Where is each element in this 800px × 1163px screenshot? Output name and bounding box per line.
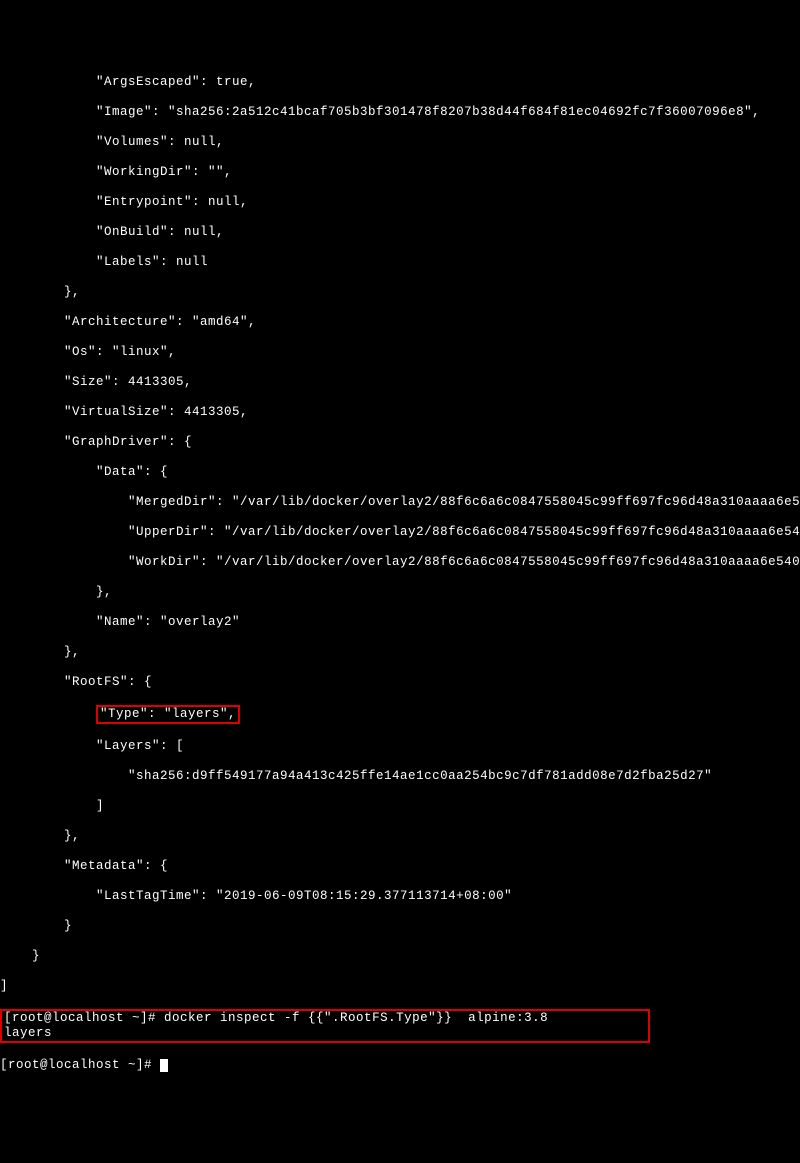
- json-line: "MergedDir": "/var/lib/docker/overlay2/8…: [0, 495, 800, 510]
- json-line: "GraphDriver": {: [0, 435, 800, 450]
- json-line: "Os": "linux",: [0, 345, 800, 360]
- command-output: layers: [4, 1026, 52, 1040]
- highlight-command: [root@localhost ~]# docker inspect -f {{…: [0, 1009, 650, 1043]
- prompt: [root@localhost ~]#: [0, 1058, 160, 1072]
- json-line: "Entrypoint": null,: [0, 195, 800, 210]
- json-line: "Image": "sha256:2a512c41bcaf705b3bf3014…: [0, 105, 800, 120]
- json-line: "OnBuild": null,: [0, 225, 800, 240]
- command-text: docker inspect -f {{".RootFS.Type"}} alp…: [164, 1011, 548, 1025]
- json-line: ]: [0, 799, 800, 814]
- json-line: "Size": 4413305,: [0, 375, 800, 390]
- prompt: [root@localhost ~]#: [4, 1011, 164, 1025]
- json-line: "Labels": null: [0, 255, 800, 270]
- json-line: "Layers": [: [0, 739, 800, 754]
- json-line: },: [0, 645, 800, 660]
- json-line: "WorkingDir": "",: [0, 165, 800, 180]
- json-line: "VirtualSize": 4413305,: [0, 405, 800, 420]
- json-line: "Data": {: [0, 465, 800, 480]
- json-line: "ArgsEscaped": true,: [0, 75, 800, 90]
- prompt-line[interactable]: [root@localhost ~]#: [0, 1058, 800, 1073]
- json-line: }: [0, 919, 800, 934]
- json-line: "UpperDir": "/var/lib/docker/overlay2/88…: [0, 525, 800, 540]
- json-line: "LastTagTime": "2019-06-09T08:15:29.3771…: [0, 889, 800, 904]
- json-line: "Type": "layers",: [0, 705, 800, 724]
- highlight-type: "Type": "layers",: [96, 705, 240, 724]
- terminal-output[interactable]: "ArgsEscaped": true, "Image": "sha256:2a…: [0, 60, 800, 1088]
- json-line: "RootFS": {: [0, 675, 800, 690]
- json-line: "Name": "overlay2": [0, 615, 800, 630]
- json-line: }: [0, 949, 800, 964]
- json-line: "sha256:d9ff549177a94a413c425ffe14ae1cc0…: [0, 769, 800, 784]
- json-line: "Volumes": null,: [0, 135, 800, 150]
- json-line: "WorkDir": "/var/lib/docker/overlay2/88f…: [0, 555, 800, 570]
- json-line: },: [0, 585, 800, 600]
- json-line: "Metadata": {: [0, 859, 800, 874]
- json-line: "Architecture": "amd64",: [0, 315, 800, 330]
- cursor-icon: [160, 1059, 168, 1072]
- json-line: },: [0, 285, 800, 300]
- json-line: },: [0, 829, 800, 844]
- json-line: ]: [0, 979, 800, 994]
